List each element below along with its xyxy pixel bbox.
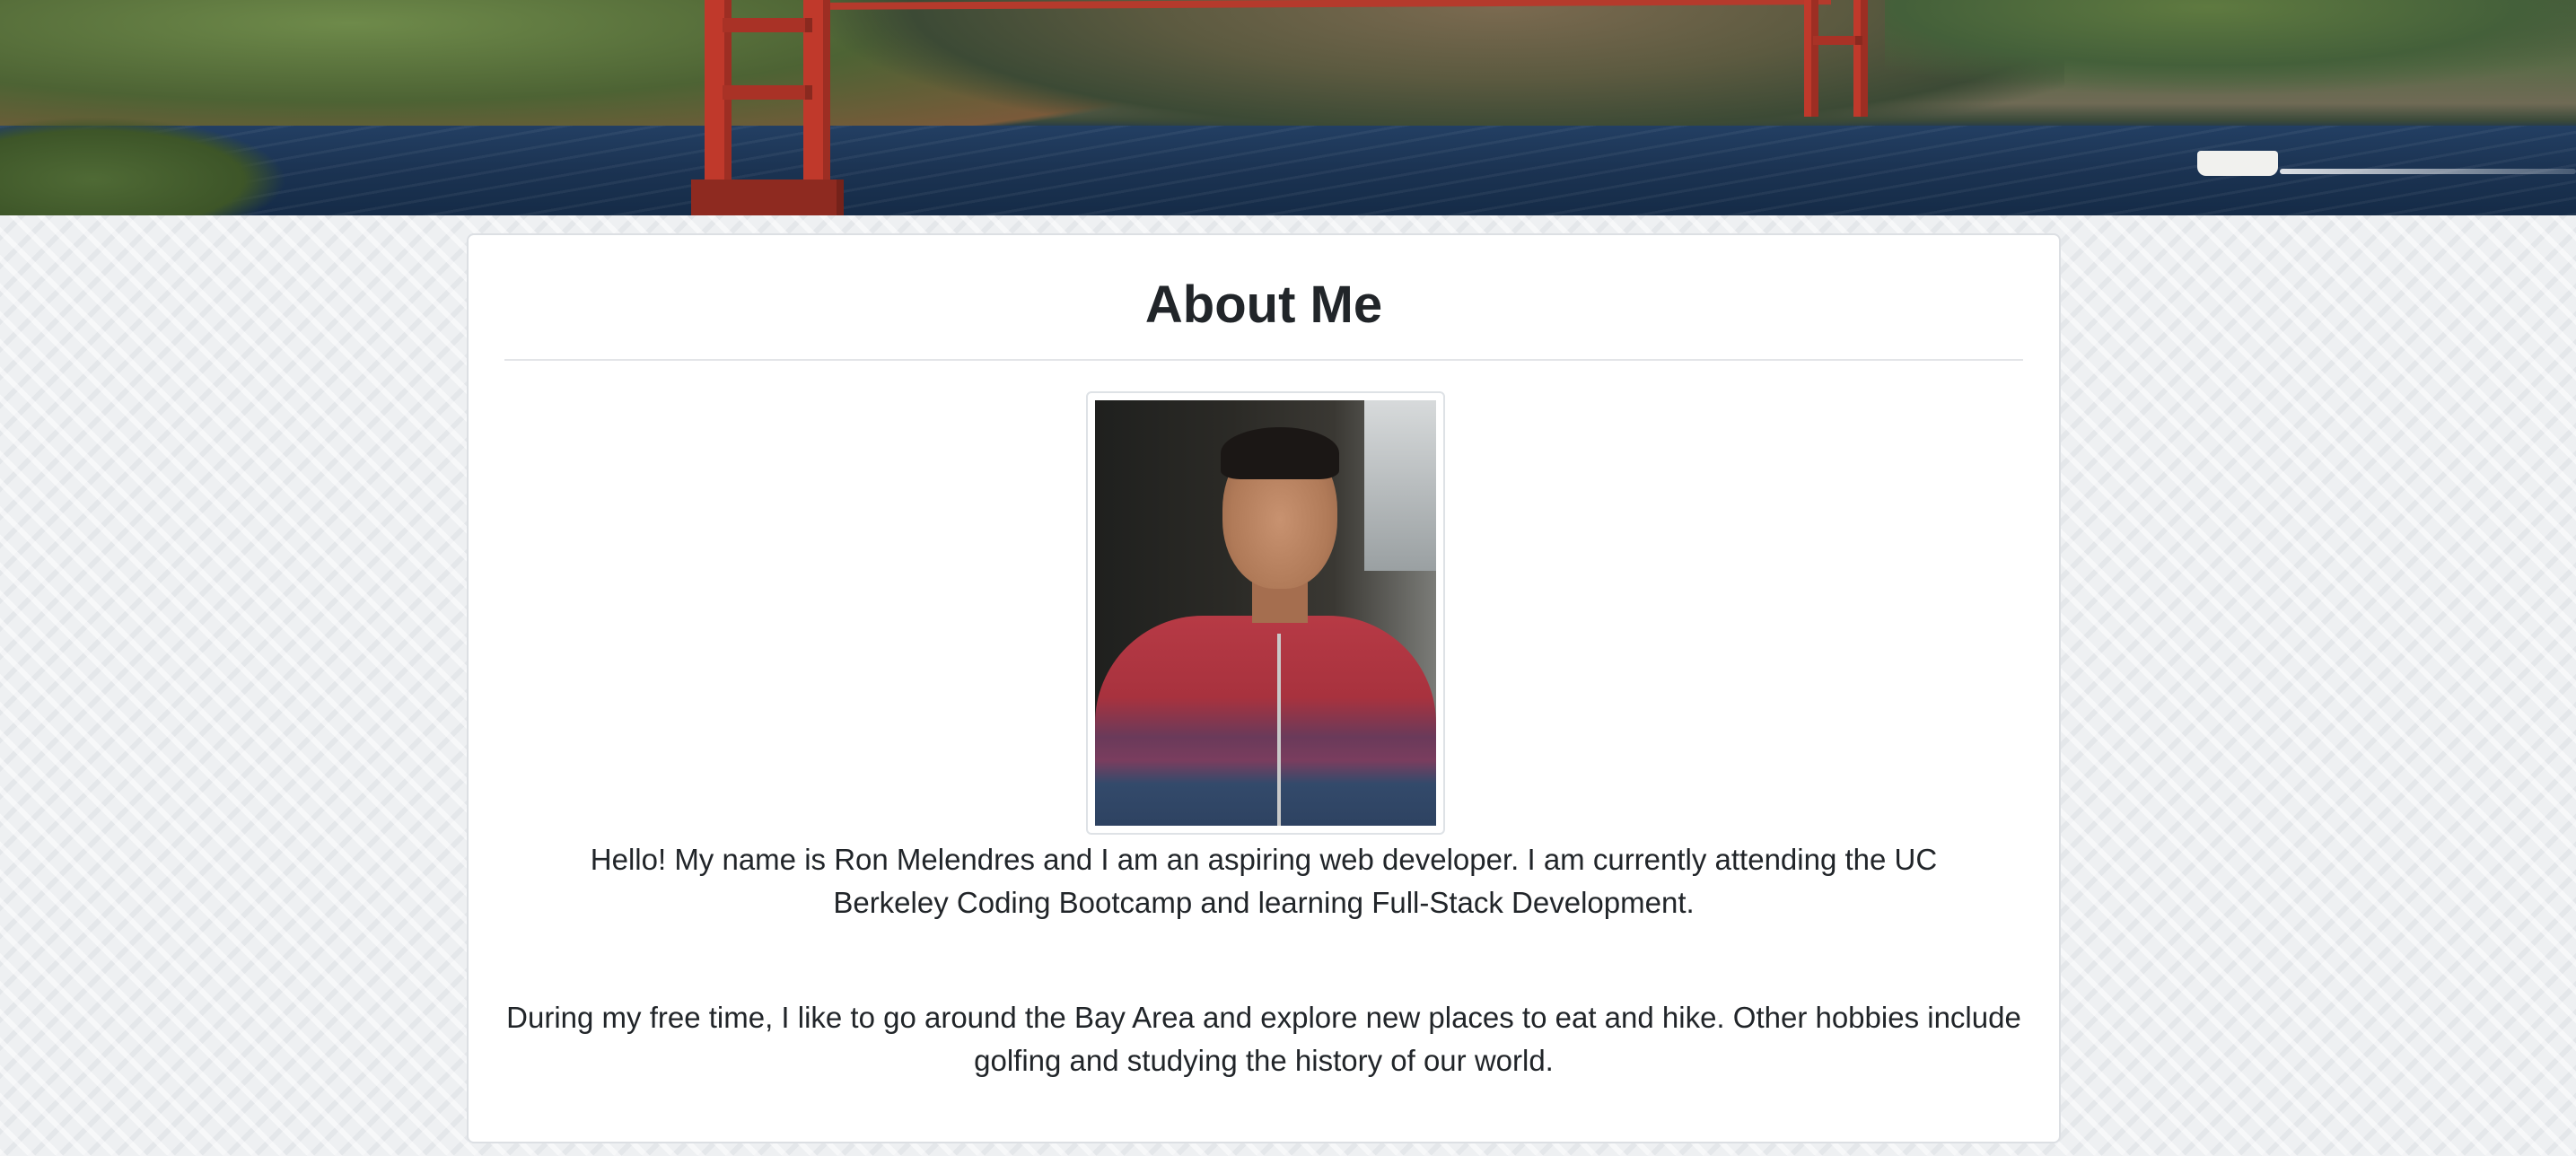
bridge-tower-crossbeam-top xyxy=(723,18,812,32)
boat-wake xyxy=(2280,169,2576,174)
bay-water xyxy=(0,126,2576,215)
profile-photo xyxy=(1095,400,1436,826)
ferry-boat xyxy=(2197,151,2278,176)
far-tower-crossbeam xyxy=(1813,36,1862,45)
foreground-bushes xyxy=(0,117,287,215)
title-divider xyxy=(504,359,2023,361)
photo-hair xyxy=(1221,427,1339,479)
hills-right xyxy=(1885,0,2576,99)
photo-background-window xyxy=(1364,400,1436,571)
about-me-card: About Me Hello! My name is Ron Melendres… xyxy=(467,233,2061,1143)
page-title: About Me xyxy=(1144,276,1383,334)
profile-photo-frame xyxy=(1086,391,1445,835)
header-banner-image xyxy=(0,0,2576,215)
photo-zipper xyxy=(1277,634,1281,826)
photo-jacket xyxy=(1095,616,1436,826)
intro-paragraph: Hello! My name is Ron Melendres and I am… xyxy=(590,843,1938,919)
bridge-tower-base xyxy=(691,180,844,215)
far-tower-left-leg xyxy=(1804,0,1818,117)
bridge-tower-crossbeam xyxy=(723,85,812,100)
hobbies-paragraph: During my free time, I like to go around… xyxy=(506,1001,2021,1077)
far-tower-right-leg xyxy=(1853,0,1868,117)
